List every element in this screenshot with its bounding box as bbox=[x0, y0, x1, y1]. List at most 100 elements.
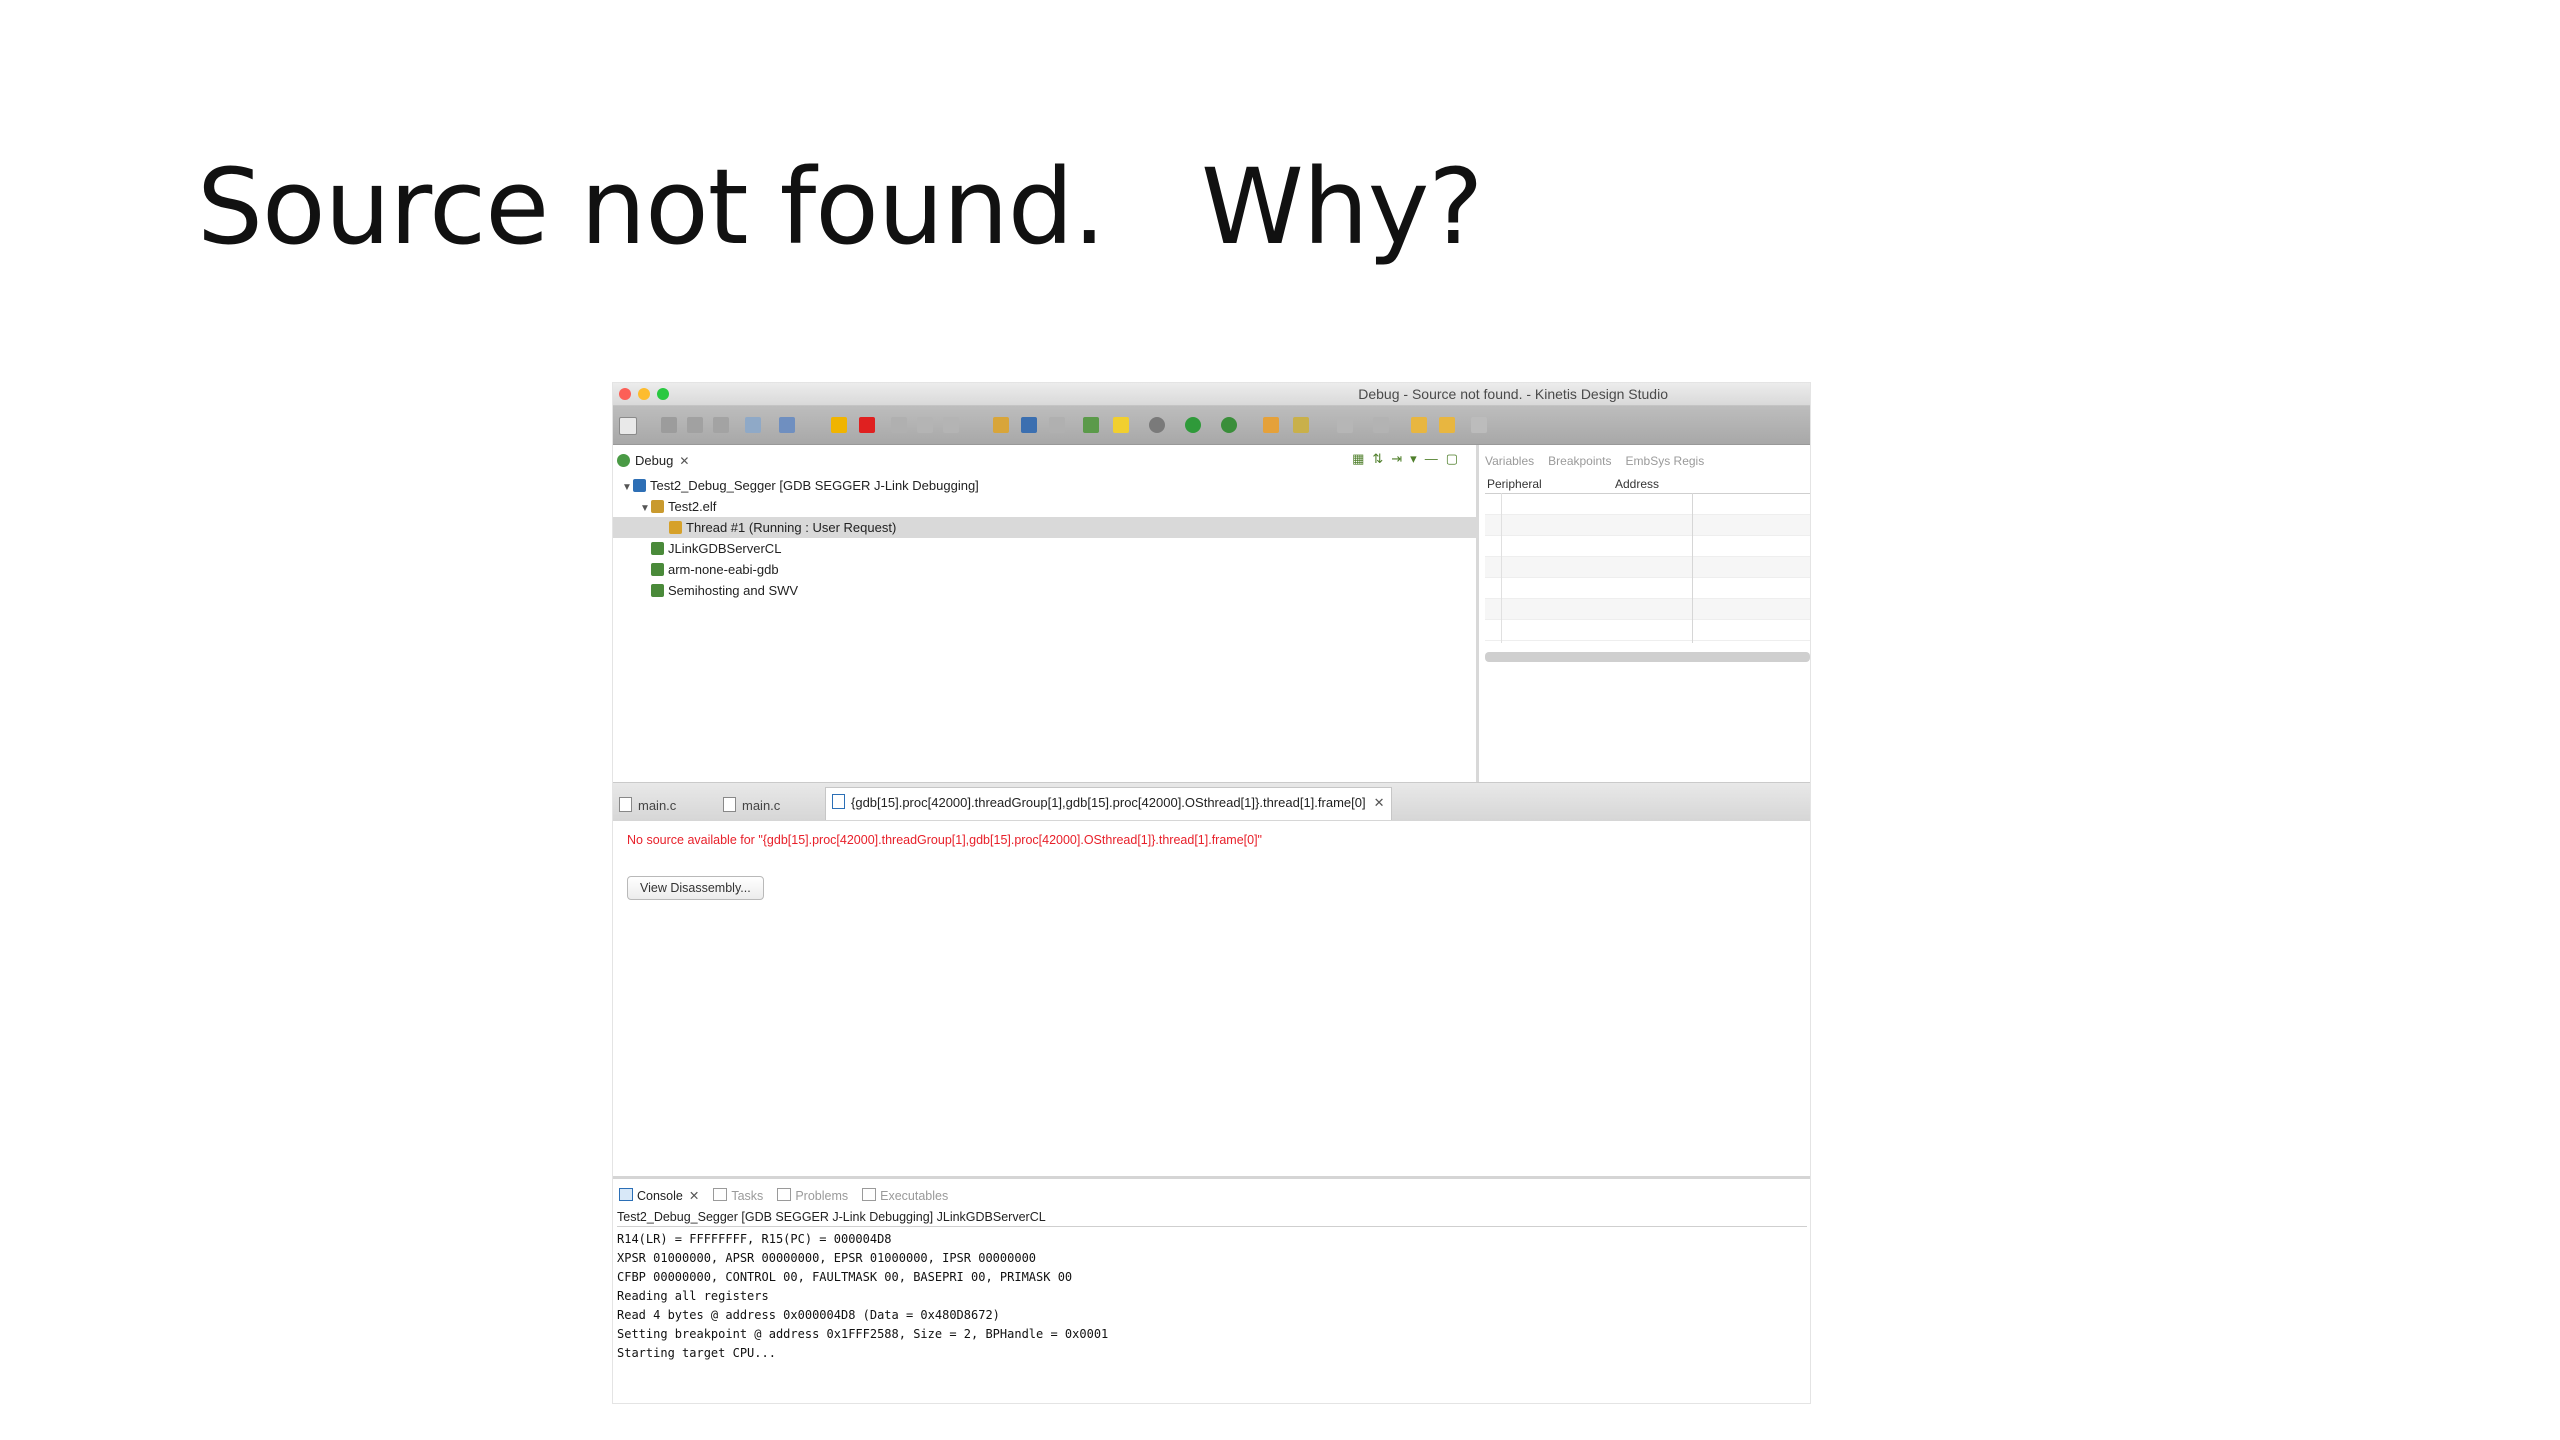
close-icon[interactable]: ✕ bbox=[689, 1189, 699, 1203]
console-line: XPSR 01000000, APSR 00000000, EPSR 01000… bbox=[617, 1251, 1037, 1265]
close-icon[interactable]: ✕ bbox=[679, 454, 689, 468]
column-divider bbox=[1501, 493, 1502, 643]
connect-icon[interactable] bbox=[779, 417, 795, 433]
tab-main-c-2[interactable]: main.c bbox=[723, 797, 780, 813]
reset-icon[interactable] bbox=[1049, 417, 1065, 433]
window-titlebar: Debug - Source not found. - Kinetis Desi… bbox=[613, 383, 1810, 406]
save-icon[interactable] bbox=[661, 417, 677, 433]
tab-tasks[interactable]: Tasks bbox=[713, 1188, 763, 1203]
tab-breakpoints[interactable]: Breakpoints bbox=[1548, 454, 1611, 468]
tab-label: Console bbox=[637, 1189, 683, 1203]
gear-icon[interactable] bbox=[1149, 417, 1165, 433]
ide-screenshot: Debug - Source not found. - Kinetis Desi… bbox=[613, 383, 1810, 1403]
tree-item-icon bbox=[669, 521, 682, 534]
console-line: CFBP 00000000, CONTROL 00, FAULTMASK 00,… bbox=[617, 1270, 1073, 1284]
annotation-icon[interactable] bbox=[1337, 417, 1353, 433]
debug-tree-item[interactable]: ▼ Test2.elf bbox=[613, 496, 1476, 517]
tree-item-icon bbox=[651, 500, 664, 513]
open-folder-icon[interactable] bbox=[1263, 417, 1279, 433]
debug-tree-item[interactable]: JLinkGDBServerCL bbox=[613, 538, 1476, 559]
tab-label: main.c bbox=[742, 798, 781, 813]
c-file-icon bbox=[723, 797, 736, 812]
console-line: Starting target CPU... bbox=[617, 1346, 776, 1360]
step-over-icon[interactable] bbox=[943, 417, 959, 433]
debug-tree-item[interactable]: ▼ Test2_Debug_Segger [GDB SEGGER J-Link D… bbox=[613, 475, 1476, 496]
console-line: R14(LR) = FFFFFFFF, R15(PC) = 000004D8 bbox=[617, 1232, 892, 1246]
debug-tree-item[interactable]: Thread #1 (Running : User Request) bbox=[613, 517, 1517, 538]
tab-problems[interactable]: Problems bbox=[777, 1188, 848, 1203]
print-icon[interactable] bbox=[713, 417, 729, 433]
tab-frame[interactable]: {gdb[15].proc[42000].threadGroup[1],gdb[… bbox=[825, 787, 1392, 820]
tab-debug[interactable]: Debug ✕ bbox=[617, 453, 689, 468]
debug-view-toolbar: ▦⇅⇥▾—▢ bbox=[1352, 451, 1466, 466]
tree-item-icon bbox=[633, 479, 646, 492]
table-row bbox=[1485, 515, 1810, 536]
tree-item-label: Test2_Debug_Segger [GDB SEGGER J-Link De… bbox=[650, 478, 979, 493]
close-window-button[interactable] bbox=[619, 388, 631, 400]
lightbulb-icon[interactable] bbox=[1113, 417, 1129, 433]
editor-tabs: main.c main.c {gdb[15].proc[42000].threa… bbox=[613, 782, 1810, 822]
next-annotation-icon[interactable] bbox=[1411, 417, 1427, 433]
console-view: Console ✕ Tasks Problems Executables Test2_D… bbox=[613, 1176, 1810, 1403]
forward-icon[interactable] bbox=[1471, 417, 1487, 433]
table-row bbox=[1485, 557, 1810, 578]
column-divider bbox=[1692, 493, 1693, 643]
table-header: Peripheral Address bbox=[1485, 476, 1810, 494]
twisty-icon[interactable]: ▼ bbox=[639, 498, 651, 519]
new-icon[interactable] bbox=[619, 417, 637, 435]
console-process-label: Test2_Debug_Segger [GDB SEGGER J-Link De… bbox=[617, 1210, 1807, 1227]
no-source-message: No source available for "{gdb[15].proc[4… bbox=[627, 833, 1262, 847]
tab-embsys-regis[interactable]: EmbSys Regis bbox=[1626, 454, 1705, 468]
disconnect-icon[interactable] bbox=[891, 417, 907, 433]
table-row bbox=[1485, 494, 1810, 515]
pin-icon[interactable] bbox=[1373, 417, 1389, 433]
tab-main-c[interactable]: main.c bbox=[619, 797, 676, 813]
tree-item-label: Thread #1 (Running : User Request) bbox=[686, 520, 897, 535]
build-icon[interactable] bbox=[745, 417, 761, 433]
debug-icon[interactable] bbox=[1221, 417, 1237, 433]
table-row bbox=[1485, 599, 1810, 620]
step-return-icon[interactable] bbox=[993, 417, 1009, 433]
twisty-icon[interactable]: ▼ bbox=[621, 477, 633, 498]
tab-executables[interactable]: Executables bbox=[862, 1188, 948, 1203]
c-file-icon bbox=[619, 797, 632, 812]
c-file-icon bbox=[832, 794, 845, 809]
debug-tree-item[interactable]: Semihosting and SWV bbox=[613, 580, 1476, 601]
horizontal-scrollbar[interactable] bbox=[1485, 652, 1810, 662]
column-address[interactable]: Address bbox=[1615, 477, 1659, 491]
tab-label: Executables bbox=[880, 1189, 949, 1203]
tab-console[interactable]: Console ✕ bbox=[619, 1188, 699, 1203]
save-all-icon[interactable] bbox=[687, 417, 703, 433]
debug-tab-label: Debug bbox=[635, 453, 674, 468]
tree-item-icon bbox=[651, 542, 664, 555]
debug-tree-item[interactable]: arm-none-eabi-gdb bbox=[613, 559, 1476, 580]
console-line: Read 4 bytes @ address 0x000004D8 (Data … bbox=[617, 1308, 1000, 1322]
zoom-window-button[interactable] bbox=[657, 388, 669, 400]
tree-item-label: JLinkGDBServerCL bbox=[668, 541, 782, 556]
back-icon[interactable] bbox=[1439, 417, 1455, 433]
main-toolbar bbox=[613, 406, 1810, 445]
bug-icon bbox=[617, 454, 630, 467]
peripherals-icon[interactable] bbox=[1083, 417, 1099, 433]
run-icon[interactable] bbox=[1185, 417, 1201, 433]
search-icon[interactable] bbox=[1293, 417, 1309, 433]
minimize-window-button[interactable] bbox=[638, 388, 650, 400]
terminate-icon[interactable] bbox=[859, 417, 875, 433]
tab-variables[interactable]: Variables bbox=[1485, 454, 1534, 468]
tab-label: {gdb[15].proc[42000].threadGroup[1],gdb[… bbox=[851, 795, 1366, 810]
tree-item-icon bbox=[651, 563, 664, 576]
instruction-stepping-icon[interactable] bbox=[1021, 417, 1037, 433]
console-output: R14(LR) = FFFFFFFF, R15(PC) = 000004D8 XP… bbox=[617, 1230, 1108, 1363]
view-disassembly-button[interactable]: View Disassembly... bbox=[627, 876, 764, 900]
suspend-icon[interactable] bbox=[831, 417, 847, 433]
table-row bbox=[1485, 620, 1810, 641]
step-into-icon[interactable] bbox=[917, 417, 933, 433]
table-row bbox=[1485, 578, 1810, 599]
close-icon[interactable]: ✕ bbox=[1374, 795, 1385, 810]
console-line: Setting breakpoint @ address 0x1FFF2588,… bbox=[617, 1327, 1109, 1341]
executables-icon bbox=[862, 1188, 877, 1201]
table-row bbox=[1485, 536, 1810, 557]
column-peripheral[interactable]: Peripheral bbox=[1487, 477, 1542, 491]
tree-item-label: arm-none-eabi-gdb bbox=[668, 562, 779, 577]
editor-area: No source available for "{gdb[15].proc[4… bbox=[613, 821, 1810, 1161]
